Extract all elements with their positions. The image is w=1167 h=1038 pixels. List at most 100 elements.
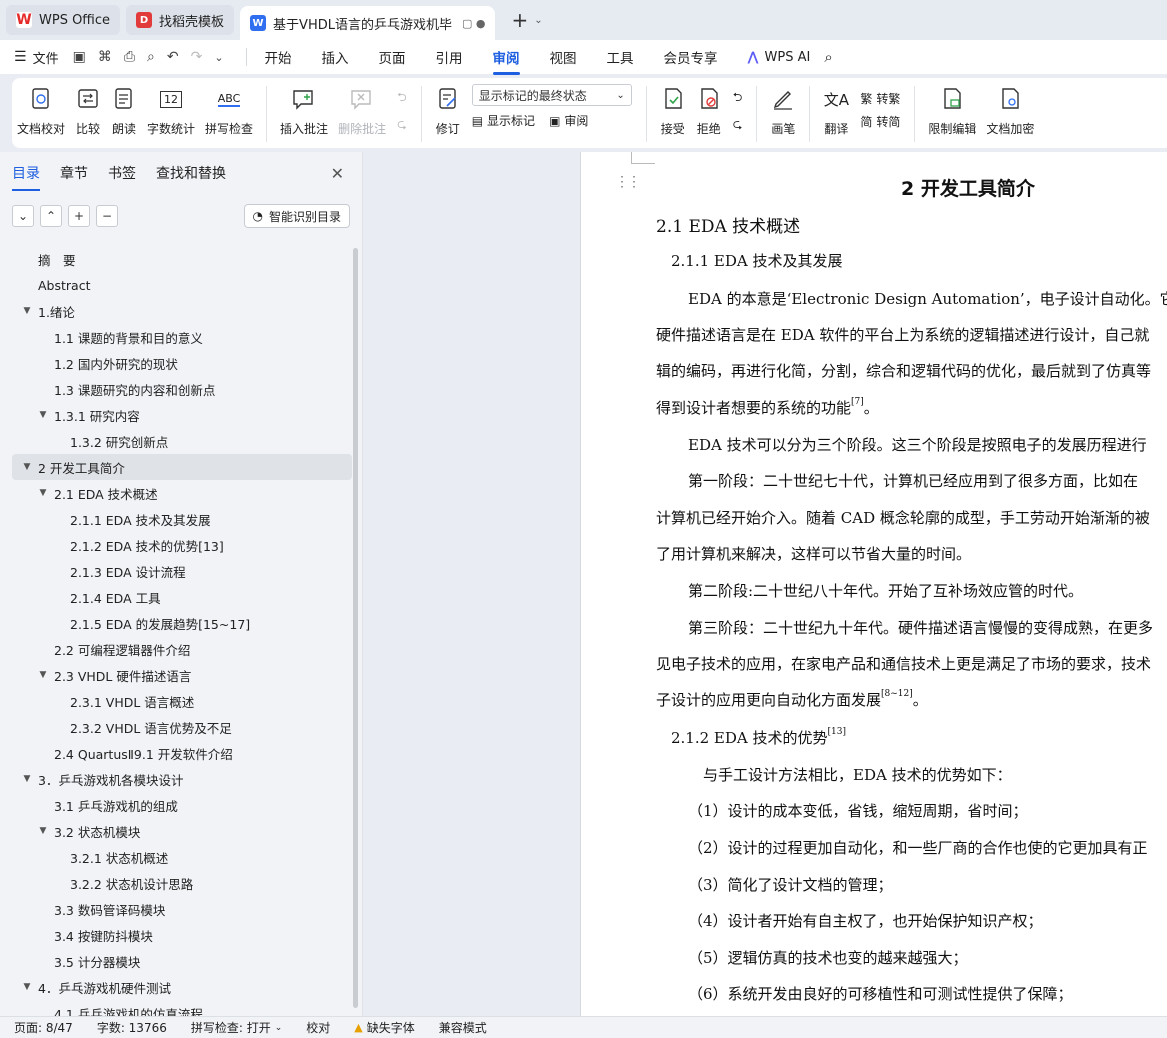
- read-aloud-button[interactable]: 朗读: [106, 84, 142, 137]
- more-icon[interactable]: ⌄: [214, 51, 223, 64]
- remove-heading-button[interactable]: −: [96, 205, 118, 227]
- delete-comment-button[interactable]: 删除批注: [333, 84, 391, 137]
- toc-item[interactable]: 2.3.1 VHDL 语言概述: [12, 688, 352, 714]
- toc-item[interactable]: 3.5 计分器模块: [12, 948, 352, 974]
- search-icon[interactable]: ⌕: [824, 48, 832, 66]
- spell-check-status[interactable]: 拼写检查: 打开 ⌄: [191, 1019, 282, 1036]
- tab-close-icon[interactable]: ▢ ●: [462, 17, 486, 30]
- new-tab-icon[interactable]: +: [511, 8, 528, 32]
- citation-mark[interactable]: [8~12]: [881, 689, 913, 699]
- pen-button[interactable]: 画笔: [765, 84, 801, 137]
- chevron-down-icon[interactable]: ⌄: [534, 15, 542, 26]
- tab-find-replace[interactable]: 查找和替换: [156, 163, 226, 183]
- caret-down-icon[interactable]: ▼: [36, 670, 50, 680]
- smart-toc-button[interactable]: ◔ 智能识别目录: [243, 204, 350, 228]
- show-markup-button[interactable]: ▤ 显示标记: [472, 112, 535, 129]
- previous-comment-icon[interactable]: ⮌: [397, 88, 407, 109]
- toc-item[interactable]: ▼ 3．乒乓游戏机各模块设计: [12, 766, 352, 792]
- menu-tools[interactable]: 工具: [607, 47, 634, 67]
- menu-member[interactable]: 会员专享: [664, 47, 718, 67]
- markup-select[interactable]: 显示标记的最终状态 ⌄: [471, 84, 632, 106]
- menu-review[interactable]: 审阅: [492, 47, 520, 75]
- toc-item[interactable]: 1.2 国内外研究的现状: [12, 350, 352, 376]
- caret-down-icon[interactable]: ▼: [36, 488, 50, 498]
- word-count-button[interactable]: 12 字数统计: [142, 84, 200, 137]
- tab-bookmark[interactable]: 书签: [108, 163, 136, 183]
- toc-item[interactable]: 3.2.1 状态机概述: [12, 844, 352, 870]
- to-simplified-button[interactable]: 简转简: [860, 113, 900, 130]
- toc-item[interactable]: 3.2.2 状态机设计思路: [12, 870, 352, 896]
- toc-item[interactable]: 2.1.1 EDA 技术及其发展: [12, 506, 352, 532]
- restrict-edit-button[interactable]: 限制编辑: [923, 84, 981, 137]
- save-icon[interactable]: ▣: [73, 49, 86, 65]
- toc-item[interactable]: 3.4 按键防抖模块: [12, 922, 352, 948]
- translate-button[interactable]: 文A 翻译: [818, 84, 854, 137]
- collapse-all-button[interactable]: ⌃: [40, 205, 62, 227]
- citation-mark[interactable]: [13]: [828, 727, 846, 737]
- toc-item[interactable]: ▼ 1.3.1 研究内容: [12, 402, 352, 428]
- proof-status[interactable]: 校对: [306, 1019, 330, 1036]
- previous-change-icon[interactable]: ⮌: [733, 88, 743, 109]
- revise-button[interactable]: 修订: [430, 84, 466, 137]
- toc-scrollbar[interactable]: [353, 248, 358, 1008]
- menu-page[interactable]: 页面: [379, 47, 406, 67]
- toc-item[interactable]: Abstract: [12, 272, 352, 298]
- file-menu[interactable]: ☰ 文件: [14, 48, 59, 67]
- caret-down-icon[interactable]: ▼: [36, 410, 50, 420]
- toc-item[interactable]: 3.3 数码管译码模块: [12, 896, 352, 922]
- toc-item[interactable]: 2.1.5 EDA 的发展趋势[15~17]: [12, 610, 352, 636]
- tab-document[interactable]: W 基于VHDL语言的乒乓游戏机毕 ▢ ●: [240, 6, 496, 40]
- reject-button[interactable]: 拒绝: [691, 84, 727, 137]
- toc-item[interactable]: 摘 要: [12, 246, 352, 272]
- spell-check-button[interactable]: ABC 拼写检查: [200, 84, 258, 137]
- toc-item[interactable]: 2.1.2 EDA 技术的优势[13]: [12, 532, 352, 558]
- insert-comment-button[interactable]: 插入批注: [275, 84, 333, 137]
- to-traditional-button[interactable]: 繁转繁: [860, 90, 900, 107]
- caret-down-icon[interactable]: ▼: [20, 462, 34, 472]
- compare-button[interactable]: 比较: [70, 84, 106, 137]
- caret-down-icon[interactable]: ▼: [20, 982, 34, 992]
- toc-item[interactable]: 1.1 课题的背景和目的意义: [12, 324, 352, 350]
- tab-wps-office[interactable]: W WPS Office: [6, 5, 121, 35]
- missing-font-status[interactable]: ▲ 缺失字体: [354, 1019, 414, 1036]
- toc-item[interactable]: 1.3.2 研究创新点: [12, 428, 352, 454]
- citation-mark[interactable]: [7]: [851, 397, 864, 407]
- expand-all-button[interactable]: ⌄: [12, 205, 34, 227]
- menu-view[interactable]: 视图: [550, 47, 577, 67]
- tab-chapter[interactable]: 章节: [60, 163, 88, 183]
- toc-item[interactable]: ▼ 4．乒乓游戏机硬件测试: [12, 974, 352, 1000]
- tab-template[interactable]: D 找稻壳模板: [126, 5, 235, 35]
- redo-icon[interactable]: ↷: [191, 49, 203, 65]
- toc-item[interactable]: 1.3 课题研究的内容和创新点: [12, 376, 352, 402]
- menu-start[interactable]: 开始: [265, 47, 292, 67]
- add-heading-button[interactable]: +: [68, 205, 90, 227]
- toc-item[interactable]: 2.4 QuartusⅡ9.1 开发软件介绍: [12, 740, 352, 766]
- toc-item[interactable]: 2.1.3 EDA 设计流程: [12, 558, 352, 584]
- word-count-indicator[interactable]: 字数: 13766: [97, 1019, 167, 1036]
- menu-insert[interactable]: 插入: [322, 47, 349, 67]
- wps-ai-button[interactable]: ⋀ WPS AI: [748, 50, 811, 65]
- next-comment-icon[interactable]: ⮎: [397, 115, 407, 136]
- page-indicator[interactable]: 页面: 8/47: [14, 1019, 73, 1036]
- drag-handle-icon[interactable]: ⋮⋮: [615, 174, 641, 190]
- toc-item[interactable]: ▼ 2 开发工具简介: [12, 454, 352, 480]
- close-icon[interactable]: ✕: [331, 164, 344, 183]
- toc-item[interactable]: 2.3.2 VHDL 语言优势及不足: [12, 714, 352, 740]
- caret-down-icon[interactable]: ▼: [20, 774, 34, 784]
- toc-item[interactable]: 3.1 乒乓游戏机的组成: [12, 792, 352, 818]
- toc-item[interactable]: ▼ 3.2 状态机模块: [12, 818, 352, 844]
- toc-item[interactable]: 2.1.4 EDA 工具: [12, 584, 352, 610]
- document-page[interactable]: ⋮⋮ 2 开发工具简介 2.1 EDA 技术概述 2.1.1 EDA 技术及其发展 E…: [580, 152, 1167, 1016]
- doc-encrypt-button[interactable]: 文档加密: [981, 84, 1039, 137]
- caret-down-icon[interactable]: ▼: [20, 306, 34, 316]
- toc-item[interactable]: ▼ 2.3 VHDL 硬件描述语言: [12, 662, 352, 688]
- toc-item[interactable]: ▼ 1.绪论: [12, 298, 352, 324]
- caret-down-icon[interactable]: ▼: [36, 826, 50, 836]
- accept-button[interactable]: 接受: [655, 84, 691, 137]
- review-pane-button[interactable]: ▣ 审阅: [549, 112, 588, 129]
- tab-toc[interactable]: 目录: [12, 163, 40, 191]
- toc-item[interactable]: ▼ 2.1 EDA 技术概述: [12, 480, 352, 506]
- doc-check-button[interactable]: 文档校对: [12, 84, 70, 137]
- print-icon[interactable]: ⎙: [124, 49, 135, 65]
- share-icon[interactable]: ⌘: [98, 49, 112, 65]
